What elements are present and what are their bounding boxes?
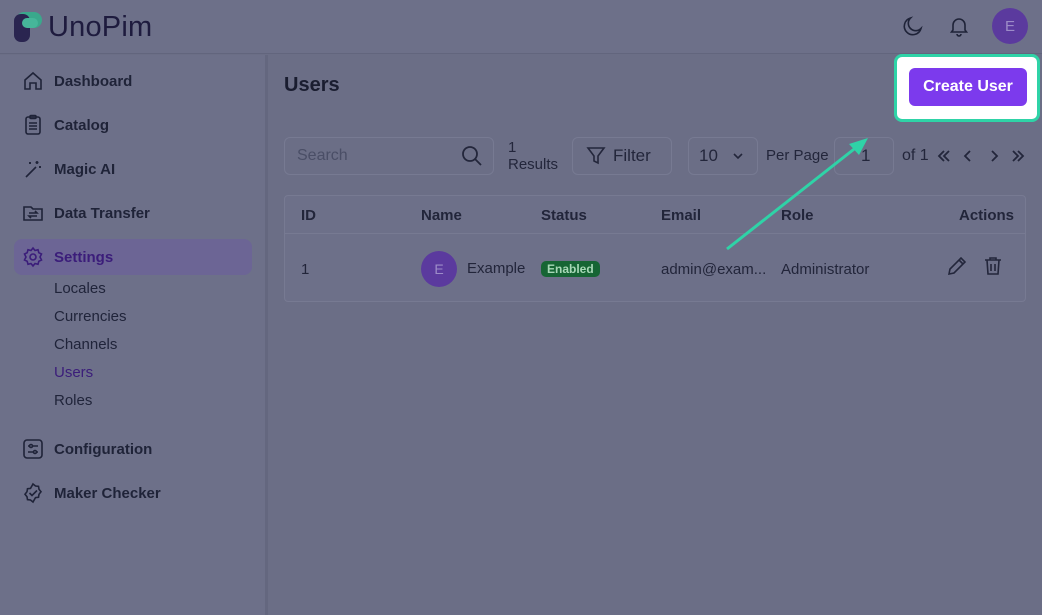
sidebar: Dashboard Catalog Magic AI Data Transfer…	[0, 55, 268, 615]
user-avatar[interactable]: E	[992, 8, 1028, 44]
sidebar-item-label: Settings	[54, 248, 114, 266]
create-user-highlight: Create User	[894, 54, 1040, 122]
notification-bell-icon[interactable]	[946, 13, 972, 39]
sidebar-item-label: Dashboard	[54, 72, 133, 90]
sidebar-item-catalog[interactable]: Catalog	[14, 107, 252, 143]
sidebar-item-settings[interactable]: Settings	[14, 239, 252, 275]
sidebar-item-label: Data Transfer	[54, 204, 150, 222]
next-page-icon[interactable]	[984, 146, 1004, 166]
sidebar-subitem-currencies[interactable]: Currencies	[54, 308, 127, 325]
edit-pencil-icon[interactable]	[945, 254, 969, 278]
search-icon[interactable]	[459, 143, 485, 169]
home-icon	[22, 70, 44, 92]
per-page-label: Per Page	[766, 147, 829, 164]
previous-page-icon[interactable]	[958, 146, 978, 166]
column-header-actions: Actions	[959, 207, 1015, 224]
sidebar-item-label: Maker Checker	[54, 484, 161, 502]
column-header-id[interactable]: ID	[301, 207, 316, 224]
page-number-input[interactable]: 1	[834, 137, 894, 175]
results-label: Results	[508, 156, 559, 173]
sidebar-item-data-transfer[interactable]: Data Transfer	[14, 195, 252, 231]
sidebar-subitem-locales[interactable]: Locales	[54, 280, 106, 297]
magic-wand-icon	[22, 158, 44, 180]
filter-button[interactable]: Filter	[572, 137, 672, 175]
cell-role: Administrator	[781, 261, 870, 278]
clipboard-icon	[22, 114, 44, 136]
page-total: of 1	[902, 147, 929, 164]
filter-icon	[586, 147, 606, 165]
sidebar-item-label: Magic AI	[54, 160, 116, 178]
sidebar-item-dashboard[interactable]: Dashboard	[14, 63, 252, 99]
search-input[interactable]: Search	[297, 147, 459, 165]
users-table: ID Name Status Email Role Actions 1 E Ex…	[284, 195, 1026, 302]
create-user-button[interactable]: Create User	[909, 68, 1027, 106]
first-page-icon[interactable]	[934, 146, 954, 166]
top-bar: UnoPim E	[0, 0, 1042, 54]
sidebar-item-magic-ai[interactable]: Magic AI	[14, 151, 252, 187]
cell-name: Example	[467, 260, 526, 277]
column-header-name[interactable]: Name	[421, 207, 462, 224]
cell-email: admin@exam...	[661, 261, 767, 278]
results-number: 1	[508, 139, 517, 156]
sidebar-subitem-roles[interactable]: Roles	[54, 392, 92, 409]
status-badge: Enabled	[541, 261, 600, 277]
sidebar-item-configuration[interactable]: Configuration	[14, 431, 252, 467]
results-count: 1 Results	[508, 139, 558, 173]
folder-transfer-icon	[22, 202, 44, 224]
search-field[interactable]: Search	[284, 137, 494, 175]
table-header: ID Name Status Email Role Actions	[285, 196, 1025, 234]
page-title: Users	[284, 74, 340, 96]
badge-check-icon	[22, 482, 44, 504]
avatar: E	[421, 251, 457, 287]
sidebar-item-label: Catalog	[54, 116, 110, 134]
dark-mode-moon-icon[interactable]	[900, 13, 926, 39]
gear-icon	[22, 246, 44, 268]
per-page-value: 10	[699, 146, 718, 165]
logo[interactable]: UnoPim	[14, 11, 152, 43]
sidebar-item-label: Configuration	[54, 440, 153, 458]
column-header-email[interactable]: Email	[661, 207, 701, 224]
column-header-status[interactable]: Status	[541, 207, 587, 224]
sidebar-subitem-users[interactable]: Users	[54, 364, 93, 381]
brand-name: UnoPim	[48, 10, 153, 43]
column-header-role[interactable]: Role	[781, 207, 814, 224]
sliders-icon	[22, 438, 44, 460]
delete-trash-icon[interactable]	[981, 254, 1005, 278]
sidebar-item-maker-checker[interactable]: Maker Checker	[14, 475, 252, 511]
last-page-icon[interactable]	[1008, 146, 1028, 166]
filter-label: Filter	[613, 146, 651, 165]
logo-icon	[14, 12, 44, 42]
cell-id: 1	[301, 261, 310, 278]
per-page-select[interactable]: 10	[688, 137, 758, 175]
sidebar-subitem-channels[interactable]: Channels	[54, 336, 117, 353]
chevron-down-icon	[733, 153, 743, 160]
